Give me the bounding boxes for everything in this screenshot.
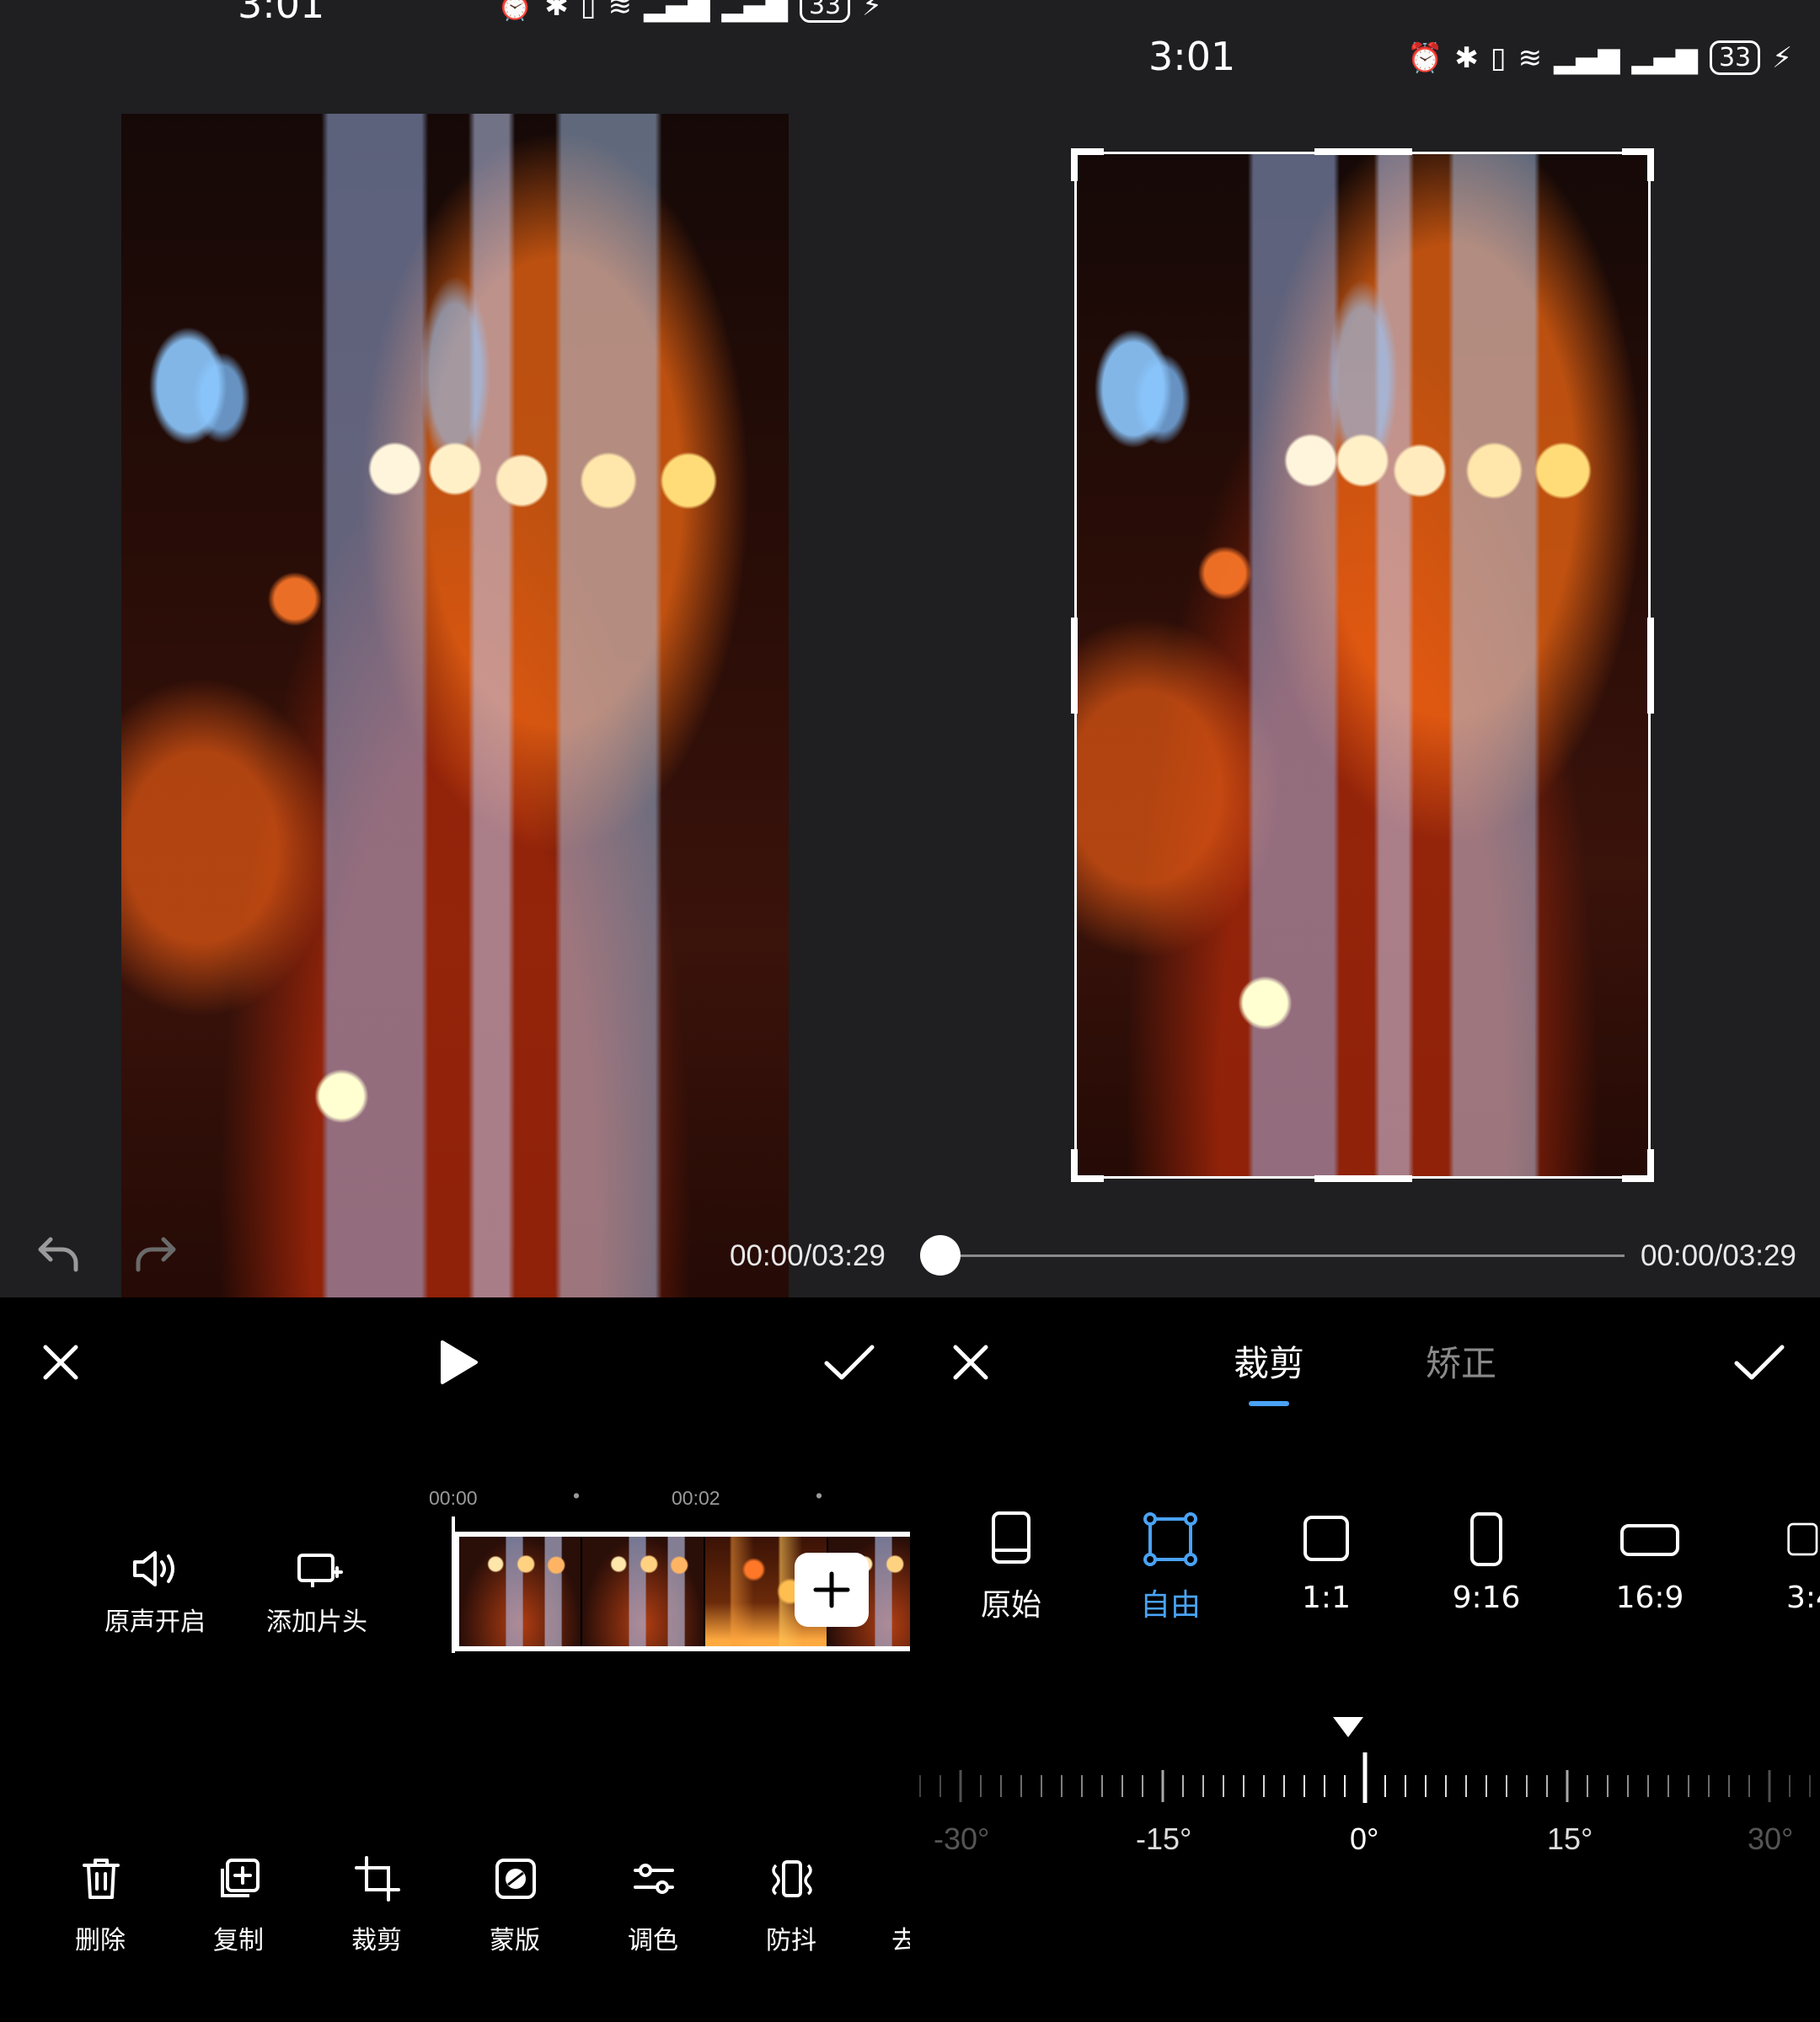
- check-icon[interactable]: [819, 1332, 880, 1393]
- rotation-ticks: [919, 1752, 1811, 1803]
- clip-thumbnail: [459, 1537, 582, 1646]
- tool-stabilize-label: 防抖: [766, 1926, 816, 1955]
- tab-straighten[interactable]: 矫正: [1426, 1335, 1496, 1387]
- status-bar: 3:01 ⏰ ✱ ▯ ≋ ▂▄▆ ▂▄▆ 33 ⚡: [0, 0, 910, 114]
- timeline-dot: •: [573, 1484, 581, 1506]
- bluetooth-icon: ✱: [1454, 40, 1479, 75]
- editor-toolbar: [0, 1302, 910, 1420]
- status-time: 3:01: [238, 0, 325, 27]
- crop-stage: 00:00/03:29: [910, 114, 1820, 1297]
- video-preview: [121, 114, 789, 1297]
- right-crop-screen: 3:01 ⏰ ✱ ▯ ≋ ▂▄▆ ▂▄▆ 33 ⚡ 00:00/03:29 裁剪…: [910, 0, 1820, 2022]
- portrait-icon: [1468, 1510, 1505, 1569]
- signal-icon: ▂▄▆: [644, 0, 710, 23]
- ratio-3-4-label: 3:4: [1786, 1581, 1820, 1615]
- phone-icon: [988, 1508, 1035, 1567]
- preview-stage: 00:00/03:29: [0, 114, 910, 1297]
- wifi-icon: ≋: [608, 0, 633, 23]
- tool-crop-label: 裁剪: [351, 1926, 402, 1955]
- trash-icon: [74, 1852, 128, 1906]
- tab-active-indicator: [1249, 1401, 1289, 1406]
- alarm-icon: ⏰: [497, 0, 533, 23]
- undo-icon[interactable]: [30, 1226, 84, 1280]
- ratio-1-1-label: 1:1: [1302, 1581, 1351, 1615]
- angle-label: 30°: [1748, 1821, 1794, 1856]
- angle-label: -15°: [1136, 1821, 1192, 1856]
- status-icons: ⏰ ✱ ▯ ≋ ▂▄▆ ▂▄▆ 33 ⚡: [497, 0, 882, 23]
- add-intro-label: 添加片头: [266, 1607, 367, 1637]
- angle-label: 15°: [1547, 1821, 1593, 1856]
- tool-mask-label: 蒙版: [490, 1926, 540, 1955]
- vibrate-icon: ▯: [580, 0, 597, 23]
- timeline-tick-1: 00:02: [672, 1487, 720, 1509]
- crop-icon: [351, 1852, 404, 1906]
- signal-icon-2: ▂▄▆: [721, 0, 788, 23]
- battery-indicator: 33: [1709, 40, 1761, 75]
- audio-toggle-label: 原声开启: [104, 1607, 206, 1637]
- close-icon[interactable]: [34, 1335, 88, 1389]
- playback-time: 00:00/03:29: [1641, 1239, 1796, 1272]
- tab-crop[interactable]: 裁剪: [1234, 1335, 1304, 1387]
- scrub-handle[interactable]: [920, 1235, 961, 1276]
- charging-icon: ⚡: [862, 0, 883, 23]
- bluetooth-icon: ✱: [544, 0, 569, 23]
- vibrate-icon: ▯: [1490, 40, 1507, 75]
- rotation-pointer: [1333, 1717, 1363, 1737]
- copy-icon: [212, 1852, 266, 1906]
- charging-icon: ⚡: [1772, 40, 1793, 75]
- status-time: 3:01: [1148, 34, 1236, 79]
- timeline-dot: •: [816, 1484, 823, 1506]
- signal-icon-2: ▂▄▆: [1631, 40, 1698, 75]
- left-editor-screen: 3:01 ⏰ ✱ ▯ ≋ ▂▄▆ ▂▄▆ 33 ⚡ 00:00/03:29 00…: [0, 0, 910, 2022]
- crop-toolbar: 裁剪 矫正: [910, 1302, 1820, 1420]
- angle-label: -30°: [934, 1821, 990, 1856]
- tool-copy-label: 复制: [213, 1926, 264, 1955]
- rotation-dial[interactable]: [910, 1710, 1820, 1828]
- crop-handles[interactable]: [910, 114, 1820, 1297]
- audio-toggle-button[interactable]: [118, 1542, 194, 1596]
- ratio-original-label: 原始: [980, 1588, 1041, 1623]
- adjust-icon: [627, 1852, 681, 1906]
- ratio-9-16-label: 9:16: [1452, 1581, 1521, 1615]
- add-intro-button[interactable]: [290, 1542, 349, 1596]
- ratio-free-label: 自由: [1139, 1588, 1201, 1623]
- square-icon: [1301, 1513, 1352, 1564]
- alarm-icon: ⏰: [1407, 40, 1443, 75]
- angle-label-current: 0°: [1350, 1821, 1379, 1856]
- scrub-track[interactable]: [940, 1254, 1625, 1257]
- add-clip-button[interactable]: [795, 1553, 869, 1627]
- mask-icon: [489, 1852, 543, 1906]
- stabilize-icon: [765, 1852, 819, 1906]
- signal-icon: ▂▄▆: [1554, 40, 1620, 75]
- landscape-icon: [1618, 1522, 1682, 1559]
- battery-indicator: 33: [799, 0, 851, 23]
- clip-thumbnail: [582, 1537, 705, 1646]
- ratio-3-4-icon: [1786, 1513, 1820, 1565]
- status-icons: ⏰ ✱ ▯ ≋ ▂▄▆ ▂▄▆ 33 ⚡: [1407, 40, 1792, 75]
- playback-time: 00:00/03:29: [730, 1239, 886, 1272]
- status-bar: 3:01 ⏰ ✱ ▯ ≋ ▂▄▆ ▂▄▆ 33 ⚡: [910, 0, 1820, 114]
- tool-partial-label[interactable]: 去: [891, 1919, 910, 1956]
- redo-icon[interactable]: [130, 1226, 184, 1280]
- ratio-16-9-label: 16:9: [1615, 1581, 1684, 1615]
- close-icon[interactable]: [944, 1335, 998, 1389]
- wifi-icon: ≋: [1518, 40, 1543, 75]
- tool-adjust-label: 调色: [628, 1926, 678, 1955]
- free-crop-icon: [1141, 1510, 1200, 1569]
- play-icon[interactable]: [428, 1332, 489, 1393]
- tool-delete-label: 删除: [75, 1926, 126, 1955]
- timeline-tick-0: 00:00: [429, 1487, 478, 1509]
- check-icon[interactable]: [1729, 1332, 1790, 1393]
